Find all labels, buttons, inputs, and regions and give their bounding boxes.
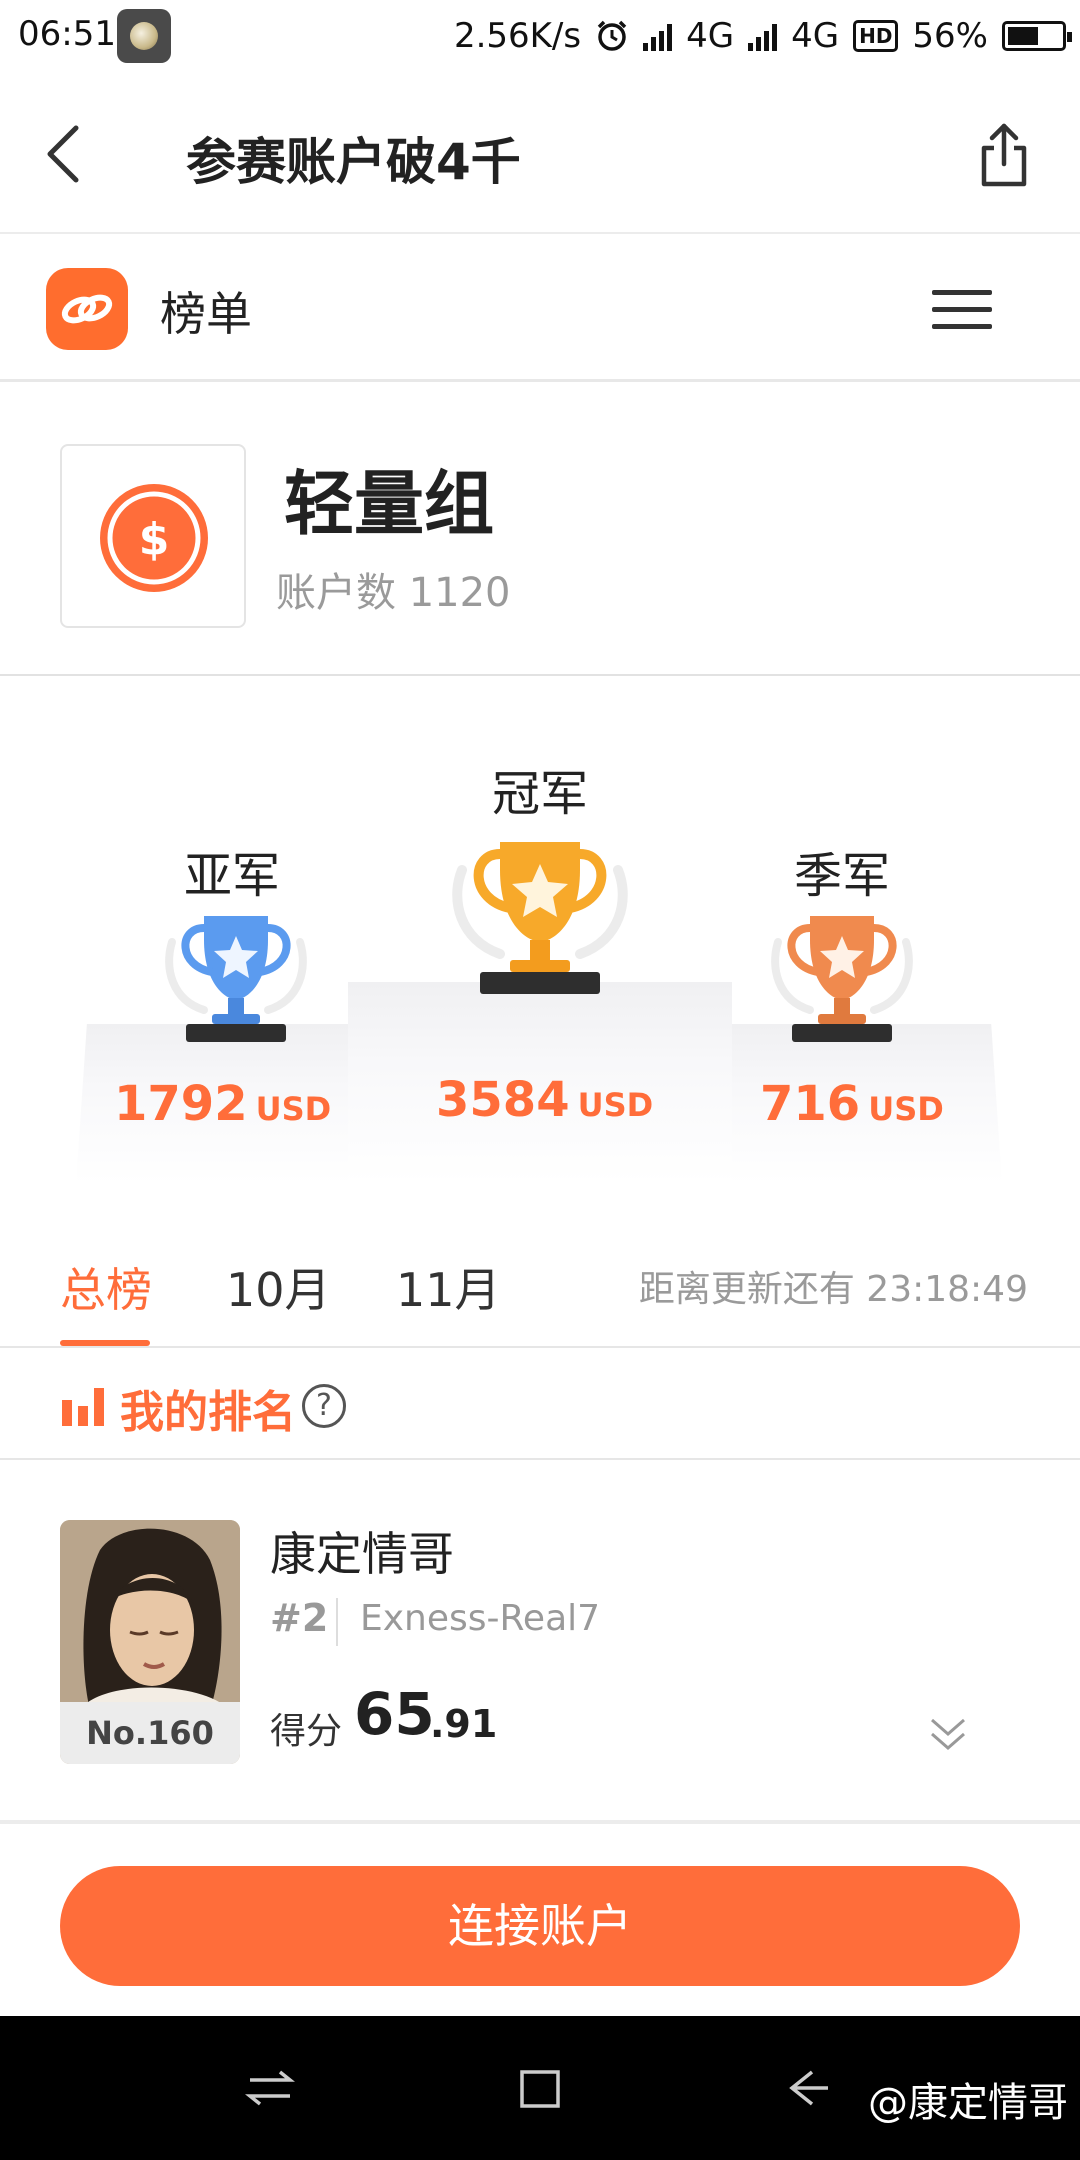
app-logo-icon bbox=[46, 268, 128, 350]
network-type-2: 4G bbox=[791, 16, 840, 56]
prize-podium: 冠军 亚军 季军 3584 USD 1792 USD 716 USD bbox=[0, 678, 1080, 1208]
help-icon[interactable]: ? bbox=[302, 1384, 346, 1428]
network-type-1: 4G bbox=[686, 16, 735, 56]
silver-trophy-icon bbox=[165, 916, 307, 1042]
score-decimal: .91 bbox=[430, 1702, 498, 1746]
first-prize-amount: 3584 bbox=[436, 1072, 570, 1128]
score-integer: 65 bbox=[354, 1680, 435, 1748]
dollar-coin-icon: $ bbox=[100, 484, 208, 592]
group-info: $ 轻量组 账户数 1120 bbox=[0, 384, 1080, 676]
active-tab-indicator bbox=[60, 1340, 150, 1346]
hd-icon: HD bbox=[853, 20, 899, 52]
signal-icon bbox=[643, 21, 673, 51]
svg-text:$: $ bbox=[139, 514, 170, 565]
bronze-trophy-icon bbox=[771, 916, 913, 1042]
account-position: #2 bbox=[270, 1596, 329, 1640]
group-name: 轻量组 bbox=[284, 463, 494, 545]
avatar: No.160 bbox=[60, 1520, 240, 1764]
watermark-text: @康定情哥 bbox=[868, 2080, 1068, 2126]
broker-account: Exness-Real7 bbox=[360, 1598, 601, 1639]
menu-icon[interactable] bbox=[932, 290, 992, 330]
tab-overall[interactable]: 总榜 bbox=[60, 1254, 152, 1320]
third-place-label: 季军 bbox=[794, 848, 891, 904]
leaderboard-title: 榜单 bbox=[160, 287, 252, 341]
notification-app-icon bbox=[117, 9, 171, 63]
bar-chart-icon bbox=[62, 1388, 104, 1426]
group-icon-box: $ bbox=[60, 444, 246, 628]
first-prize-unit: USD bbox=[577, 1086, 654, 1124]
my-rank-section: 我的排名 ? bbox=[0, 1350, 1080, 1460]
tab-october[interactable]: 10月 bbox=[226, 1254, 331, 1320]
switch-apps-icon[interactable] bbox=[240, 2058, 300, 2118]
my-rank-title: 我的排名 bbox=[120, 1387, 296, 1438]
overall-rank-badge: No.160 bbox=[60, 1702, 240, 1764]
leaderboard-header: 榜单 bbox=[0, 236, 1080, 382]
second-prize-amount: 1792 bbox=[114, 1076, 248, 1132]
tab-november[interactable]: 11月 bbox=[396, 1254, 501, 1320]
status-bar: 06:51 2.56K/s 4G 4G HD 56% bbox=[0, 0, 1080, 74]
score-label: 得分 bbox=[270, 1711, 343, 1752]
system-nav-bar: @康定情哥 bbox=[0, 2016, 1080, 2160]
back-icon[interactable] bbox=[778, 2058, 838, 2118]
back-arrow-icon[interactable] bbox=[36, 118, 96, 190]
second-place-label: 亚军 bbox=[184, 848, 281, 904]
page-title: 参赛账户破4千 bbox=[186, 133, 521, 191]
second-place-prize: 1792 USD bbox=[114, 1076, 331, 1132]
user-name: 康定情哥 bbox=[270, 1527, 454, 1581]
gold-trophy-icon bbox=[452, 842, 628, 994]
status-indicators: 2.56K/s 4G 4G HD 56% bbox=[453, 12, 1072, 60]
chevron-down-icon[interactable] bbox=[926, 1712, 970, 1756]
first-place-label: 冠军 bbox=[492, 766, 589, 822]
network-speed: 2.56K/s bbox=[453, 16, 582, 56]
battery-percent: 56% bbox=[912, 16, 988, 56]
second-prize-unit: USD bbox=[255, 1090, 332, 1128]
divider bbox=[336, 1598, 338, 1646]
third-prize-unit: USD bbox=[868, 1090, 944, 1128]
connect-account-button[interactable]: 连接账户 bbox=[60, 1866, 1020, 1986]
alarm-icon bbox=[597, 20, 627, 51]
status-time: 06:51 bbox=[18, 14, 116, 54]
signal-icon-2 bbox=[748, 21, 778, 51]
period-tabs: 总榜 10月 11月 距离更新还有 23:18:49 bbox=[0, 1210, 1080, 1348]
share-icon[interactable] bbox=[974, 118, 1034, 190]
third-prize-amount: 716 bbox=[760, 1076, 861, 1132]
home-square-icon[interactable] bbox=[510, 2058, 570, 2118]
battery-icon bbox=[1002, 21, 1072, 51]
account-count: 账户数 1120 bbox=[276, 570, 511, 616]
nav-header: 参赛账户破4千 bbox=[0, 74, 1080, 234]
third-place-prize: 716 USD bbox=[760, 1076, 944, 1132]
first-place-prize: 3584 USD bbox=[436, 1072, 653, 1128]
user-rank-card[interactable]: No.160 康定情哥 #2 Exness-Real7 得分 65 .91 bbox=[0, 1462, 1080, 1824]
update-countdown: 距离更新还有 23:18:49 bbox=[638, 1269, 1028, 1310]
